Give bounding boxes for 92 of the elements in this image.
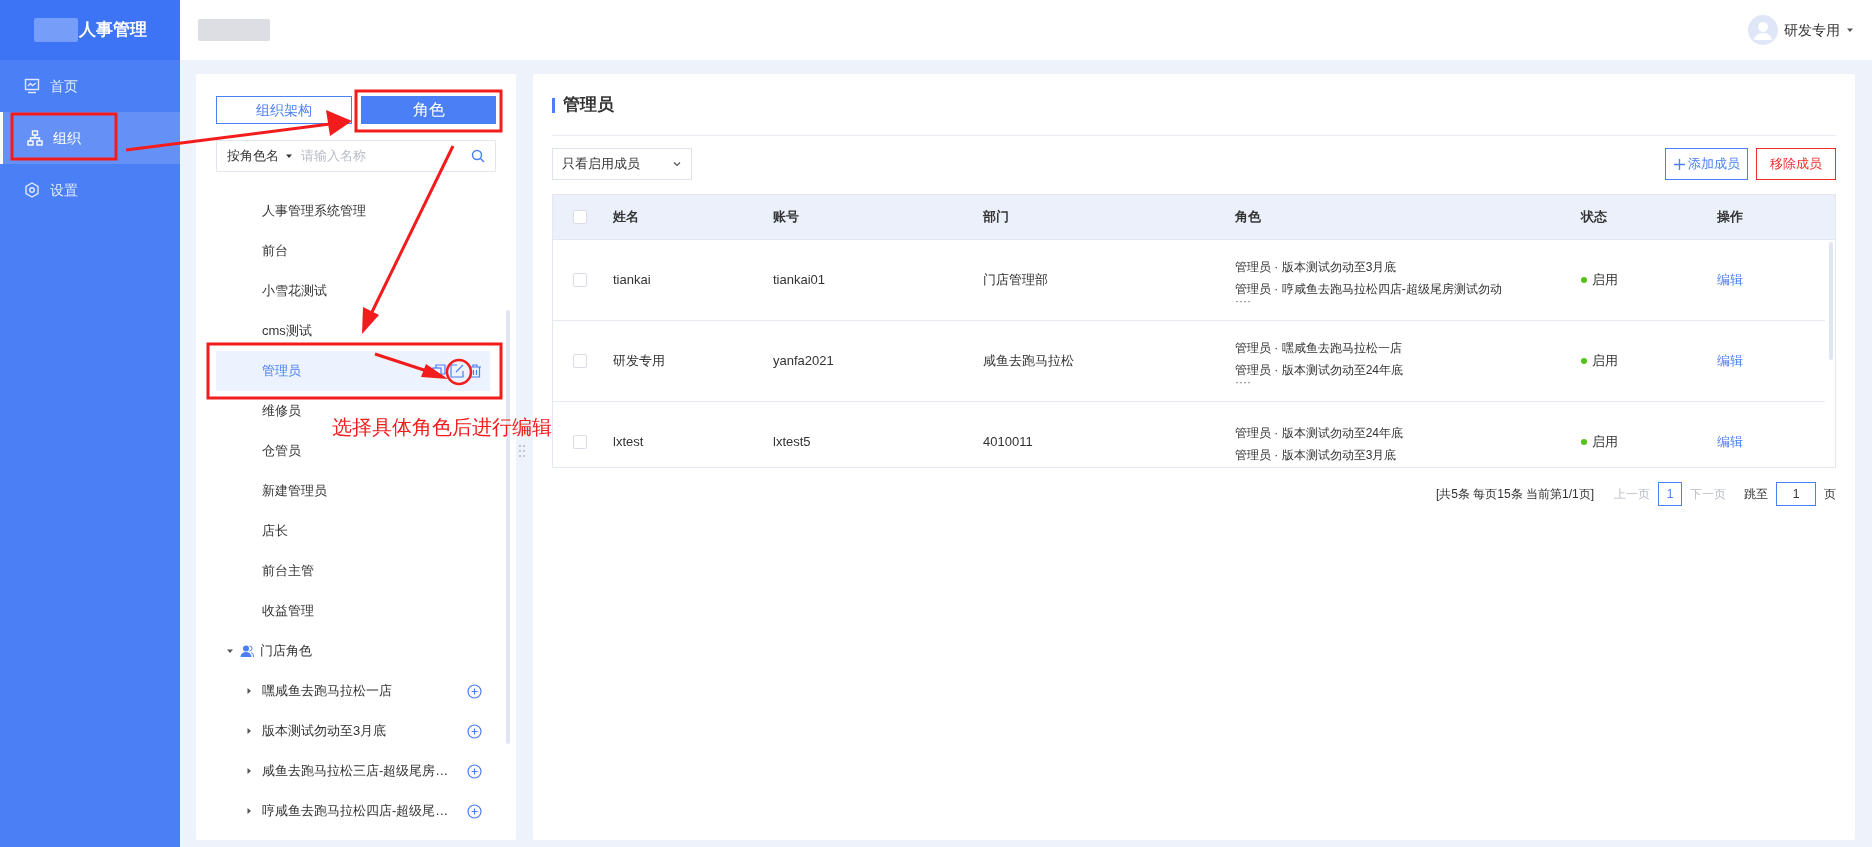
column-header: 部门 <box>983 209 1009 225</box>
caret-icon <box>245 727 253 735</box>
caret-icon <box>245 767 253 775</box>
role-tag-text: 管理员 · 哼咸鱼去跑马拉松四店-超级尾房测试勿动 <box>1235 282 1503 296</box>
status-text: 启用 <box>1592 352 1618 371</box>
more-indicator: ···· <box>1235 379 1252 385</box>
search-mode-select[interactable]: 按角色名 <box>227 146 293 166</box>
add-member-button[interactable]: 添加成员 <box>1665 148 1748 180</box>
table-cell: tiankai01 <box>773 272 826 288</box>
monitor-icon <box>24 78 40 94</box>
page-number[interactable]: 1 <box>1658 482 1682 506</box>
filter-select[interactable]: 只看启用成员 <box>552 148 692 180</box>
column-header: 账号 <box>773 209 799 225</box>
table-cell: 4010011 <box>983 434 1033 450</box>
role-item[interactable]: 前台主管 <box>216 551 322 591</box>
drag-handle-icon[interactable] <box>518 444 526 458</box>
status-text: 启用 <box>1592 271 1618 290</box>
app-title: 人事管理 <box>79 19 147 42</box>
table-cell: yanfa2021 <box>773 353 834 369</box>
annotation-note: 选择具体角色后进行编辑 <box>332 415 552 440</box>
role-item[interactable]: 人事管理系统管理 <box>216 191 374 231</box>
chevron-down-icon <box>672 159 682 169</box>
page-input[interactable]: 1 <box>1776 482 1816 506</box>
panel-title: 管理员 <box>563 94 614 117</box>
table-cell: 研发专用 <box>613 353 665 369</box>
column-header: 角色 <box>1235 209 1261 225</box>
jump-label: 跳至 <box>1744 486 1768 503</box>
hierarchy-icon <box>27 130 43 146</box>
blurred-breadcrumb <box>198 19 270 41</box>
page-summary: [共5条 每页15条 当前第1/1页] <box>1435 486 1594 503</box>
role-tag-text: 管理员 · 版本测试勿动至24年底 <box>1235 363 1404 377</box>
checkbox[interactable] <box>573 273 587 287</box>
column-header: 操作 <box>1717 209 1743 225</box>
column-header: 状态 <box>1581 209 1607 225</box>
remove-member-button[interactable]: 移除成员 <box>1756 148 1836 180</box>
role-item[interactable]: 收益管理 <box>216 591 322 631</box>
edit-link[interactable]: 编辑 <box>1717 272 1743 288</box>
table-cell: 咸鱼去跑马拉松 <box>983 353 1074 369</box>
table-cell: 门店管理部 <box>983 272 1048 288</box>
edit-link[interactable]: 编辑 <box>1717 353 1743 369</box>
role-tag-text: 管理员 · 版本测试勿动至24年底 <box>1235 426 1404 440</box>
add-circle-icon[interactable] <box>467 803 482 819</box>
trash-icon[interactable] <box>468 364 482 378</box>
search-icon <box>471 149 485 163</box>
user-menu[interactable]: 研发专用 <box>1748 15 1854 45</box>
plus-icon <box>1673 157 1686 171</box>
checkbox[interactable] <box>573 210 587 224</box>
role-tag-text: 管理员 · 嘿咸鱼去跑马拉松一店 <box>1235 341 1403 355</box>
more-indicator: ···· <box>1235 298 1252 304</box>
role-item[interactable]: 新建管理员 <box>216 471 335 511</box>
caret-icon <box>245 687 253 695</box>
tab[interactable]: 组织架构 <box>216 96 352 124</box>
checkbox[interactable] <box>573 435 587 449</box>
annotation-circle <box>445 358 473 386</box>
blurred-logo <box>34 18 78 42</box>
add-circle-icon[interactable] <box>467 723 482 739</box>
tree-item[interactable]: 嘿咸鱼去跑马拉松一店 <box>216 671 490 711</box>
tab[interactable]: 角色 <box>361 96 496 124</box>
tree-group[interactable]: 门店角色 <box>216 631 496 671</box>
role-item[interactable]: cms测试 <box>216 311 320 351</box>
role-item[interactable]: 管理员 <box>216 351 490 391</box>
search-field[interactable]: 按角色名 请输入名称 <box>216 140 496 172</box>
scrollbar[interactable] <box>1829 242 1833 360</box>
table-cell: tiankai <box>613 272 651 288</box>
edit-icon[interactable] <box>450 364 464 378</box>
table-cell: lxtest5 <box>773 434 811 450</box>
settings-icon <box>24 182 40 198</box>
tree-item[interactable]: 哼咸鱼去跑马拉松四店-超级尾… <box>216 791 490 831</box>
role-item[interactable]: 小雪花测试 <box>216 271 335 311</box>
table-cell: lxtest <box>613 434 644 450</box>
caret-icon <box>1846 26 1854 34</box>
role-item[interactable]: 维修员 <box>216 391 309 431</box>
add-circle-icon[interactable] <box>467 763 482 779</box>
title-accent <box>552 97 555 113</box>
caret-icon <box>245 807 253 815</box>
page-unit: 页 <box>1824 486 1836 503</box>
role-tag-text: 管理员 · 版本测试勿动至3月底 <box>1235 260 1398 274</box>
add-circle-icon[interactable] <box>467 683 482 699</box>
checkbox[interactable] <box>573 354 587 368</box>
tree-item[interactable]: 版本测试勿动至3月底 <box>216 711 490 751</box>
role-item[interactable]: 前台 <box>216 231 296 271</box>
caret-icon <box>226 647 234 655</box>
caret-icon <box>285 152 293 160</box>
edit-link[interactable]: 编辑 <box>1717 434 1743 450</box>
tree-item[interactable]: 咸鱼去跑马拉松三店-超级尾房… <box>216 751 490 791</box>
role-item[interactable]: 店长 <box>216 511 296 551</box>
status-text: 启用 <box>1592 433 1618 452</box>
users-icon <box>240 644 254 658</box>
column-header: 姓名 <box>613 209 639 225</box>
role-tag-text: 管理员 · 版本测试勿动至3月底 <box>1235 448 1398 462</box>
avatar-icon <box>1748 15 1778 45</box>
role-item[interactable]: 仓管员 <box>216 431 309 471</box>
